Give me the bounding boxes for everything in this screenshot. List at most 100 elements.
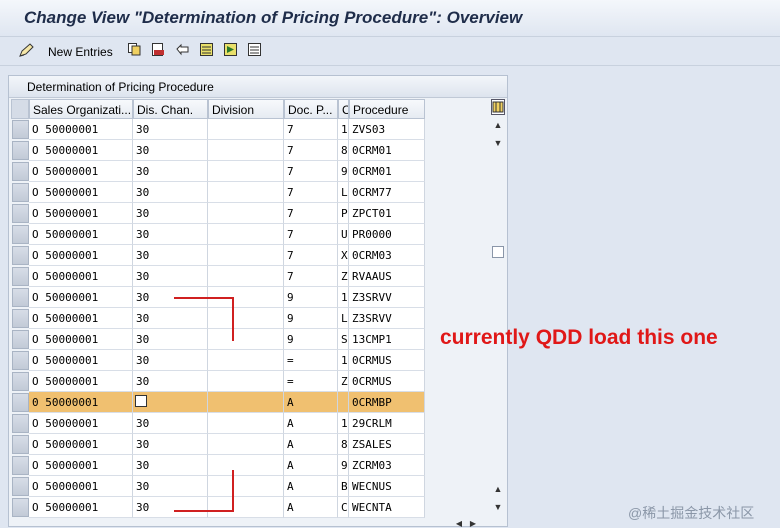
cell-sales-org[interactable]: O 50000001	[29, 224, 133, 245]
cell-cust-pricing[interactable]: 1	[338, 413, 349, 434]
cell-division[interactable]	[208, 434, 284, 455]
cell-dist-channel[interactable]: 30	[133, 413, 208, 434]
new-entries-button[interactable]: New Entries	[48, 45, 113, 59]
row-selector[interactable]	[12, 477, 29, 496]
row-selector[interactable]	[12, 288, 29, 307]
cell-cust-pricing[interactable]: S	[338, 329, 349, 350]
cell-dist-channel[interactable]: 30	[133, 224, 208, 245]
row-selector[interactable]	[12, 393, 29, 412]
cell-sales-org[interactable]: O 50000001	[29, 455, 133, 476]
col-header-cust-pricing[interactable]: C	[338, 99, 349, 119]
cell-division[interactable]	[208, 497, 284, 518]
cell-doc-pricing[interactable]: 7	[284, 224, 338, 245]
cell-cust-pricing[interactable]: P	[338, 203, 349, 224]
col-header-dist-channel[interactable]: Dis. Chan.	[133, 99, 208, 119]
cell-cust-pricing[interactable]: 8	[338, 434, 349, 455]
cell-procedure[interactable]: 13CMP1	[349, 329, 425, 350]
table-row[interactable]: O 50000001 30 7 P ZPCT01	[11, 203, 425, 224]
cell-division[interactable]	[208, 182, 284, 203]
select-all-header[interactable]	[11, 99, 29, 119]
table-row[interactable]: O 50000001 30 7 1 ZVS03	[11, 119, 425, 140]
cell-dist-channel[interactable]: 30	[133, 455, 208, 476]
row-selector[interactable]	[12, 435, 29, 454]
cell-dist-channel[interactable]: 30	[133, 182, 208, 203]
cell-sales-org[interactable]: O 50000001	[29, 329, 133, 350]
cell-cust-pricing[interactable]: X	[338, 245, 349, 266]
cell-dist-channel[interactable]: 30	[133, 371, 208, 392]
row-selector[interactable]	[12, 372, 29, 391]
cell-division[interactable]	[208, 308, 284, 329]
delete-icon[interactable]	[152, 43, 165, 56]
cell-procedure[interactable]: ZVS03	[349, 119, 425, 140]
cell-procedure[interactable]: 0CRM01	[349, 140, 425, 161]
table-row[interactable]: O 50000001 30 9 S 13CMP1	[11, 329, 425, 350]
scroll-up-icon[interactable]: ▲	[491, 118, 505, 132]
row-selector[interactable]	[12, 456, 29, 475]
cell-procedure[interactable]: WECNTA	[349, 497, 425, 518]
cell-division[interactable]	[208, 329, 284, 350]
cell-sales-org[interactable]: O 50000001	[29, 182, 133, 203]
cell-cust-pricing[interactable]	[338, 392, 349, 413]
cell-procedure[interactable]: 0CRMBP	[349, 392, 425, 413]
cell-dist-channel[interactable]: 30	[133, 308, 208, 329]
cell-dist-channel[interactable]: 30	[133, 140, 208, 161]
cell-doc-pricing[interactable]: A	[284, 434, 338, 455]
cell-cust-pricing[interactable]: 1	[338, 350, 349, 371]
value-help-icon[interactable]	[135, 395, 147, 407]
row-selector[interactable]	[12, 498, 29, 517]
cell-procedure[interactable]: 0CRM03	[349, 245, 425, 266]
cell-doc-pricing[interactable]: 7	[284, 161, 338, 182]
cell-division[interactable]	[208, 413, 284, 434]
row-selector[interactable]	[12, 183, 29, 202]
row-selector[interactable]	[12, 246, 29, 265]
cell-cust-pricing[interactable]: Z	[338, 266, 349, 287]
cell-division[interactable]	[208, 140, 284, 161]
row-selector[interactable]	[12, 330, 29, 349]
cell-sales-org[interactable]: O 50000001	[29, 350, 133, 371]
cell-dist-channel[interactable]: 30	[133, 245, 208, 266]
cell-doc-pricing[interactable]: A	[284, 455, 338, 476]
select-all-icon[interactable]	[200, 43, 213, 56]
cell-sales-org[interactable]: O 50000001	[29, 371, 133, 392]
row-selector[interactable]	[12, 267, 29, 286]
cell-procedure[interactable]: ZCRM03	[349, 455, 425, 476]
table-row[interactable]: O 50000001 30 7 X 0CRM03	[11, 245, 425, 266]
deselect-all-icon[interactable]	[248, 43, 261, 56]
cell-cust-pricing[interactable]: C	[338, 497, 349, 518]
col-header-sales-org[interactable]: Sales Organizati...	[29, 99, 133, 119]
table-row[interactable]: O 50000001 30 = Z 0CRMUS	[11, 371, 425, 392]
table-row[interactable]: O 50000001 30 = 1 0CRMUS	[11, 350, 425, 371]
cell-cust-pricing[interactable]: 9	[338, 455, 349, 476]
table-row[interactable]: O 50000001 30 9 L Z3SRVV	[11, 308, 425, 329]
cell-sales-org[interactable]: O 50000001	[29, 413, 133, 434]
cell-division[interactable]	[208, 245, 284, 266]
cell-sales-org[interactable]: O 50000001	[29, 434, 133, 455]
cell-cust-pricing[interactable]: U	[338, 224, 349, 245]
select-block-icon[interactable]	[224, 43, 237, 56]
cell-doc-pricing[interactable]: 9	[284, 308, 338, 329]
cell-dist-channel[interactable]: 30	[133, 119, 208, 140]
table-row[interactable]: O 50000001 30 A C WECNTA	[11, 497, 425, 518]
cell-doc-pricing[interactable]: A	[284, 413, 338, 434]
cell-cust-pricing[interactable]: L	[338, 182, 349, 203]
cell-cust-pricing[interactable]: 9	[338, 161, 349, 182]
table-row[interactable]: O 50000001 30 A 9 ZCRM03	[11, 455, 425, 476]
cell-procedure[interactable]: 0CRMUS	[349, 371, 425, 392]
cell-doc-pricing[interactable]: 7	[284, 182, 338, 203]
cell-cust-pricing[interactable]: 1	[338, 287, 349, 308]
cell-doc-pricing[interactable]: 7	[284, 140, 338, 161]
copy-as-icon[interactable]	[128, 43, 141, 56]
cell-dist-channel[interactable]: 30	[133, 329, 208, 350]
cell-dist-channel[interactable]: 30	[133, 350, 208, 371]
cell-doc-pricing[interactable]: 9	[284, 329, 338, 350]
table-row[interactable]: O 50000001 30 7 9 0CRM01	[11, 161, 425, 182]
cell-dist-channel[interactable]: 30	[133, 203, 208, 224]
col-header-doc-pricing[interactable]: Doc. P...	[284, 99, 338, 119]
cell-doc-pricing[interactable]: A	[284, 476, 338, 497]
cell-doc-pricing[interactable]: 7	[284, 266, 338, 287]
row-selector[interactable]	[12, 204, 29, 223]
cell-division[interactable]	[208, 224, 284, 245]
cell-procedure[interactable]: 0CRM77	[349, 182, 425, 203]
cell-procedure[interactable]: Z3SRVV	[349, 287, 425, 308]
cell-doc-pricing[interactable]: A	[284, 497, 338, 518]
